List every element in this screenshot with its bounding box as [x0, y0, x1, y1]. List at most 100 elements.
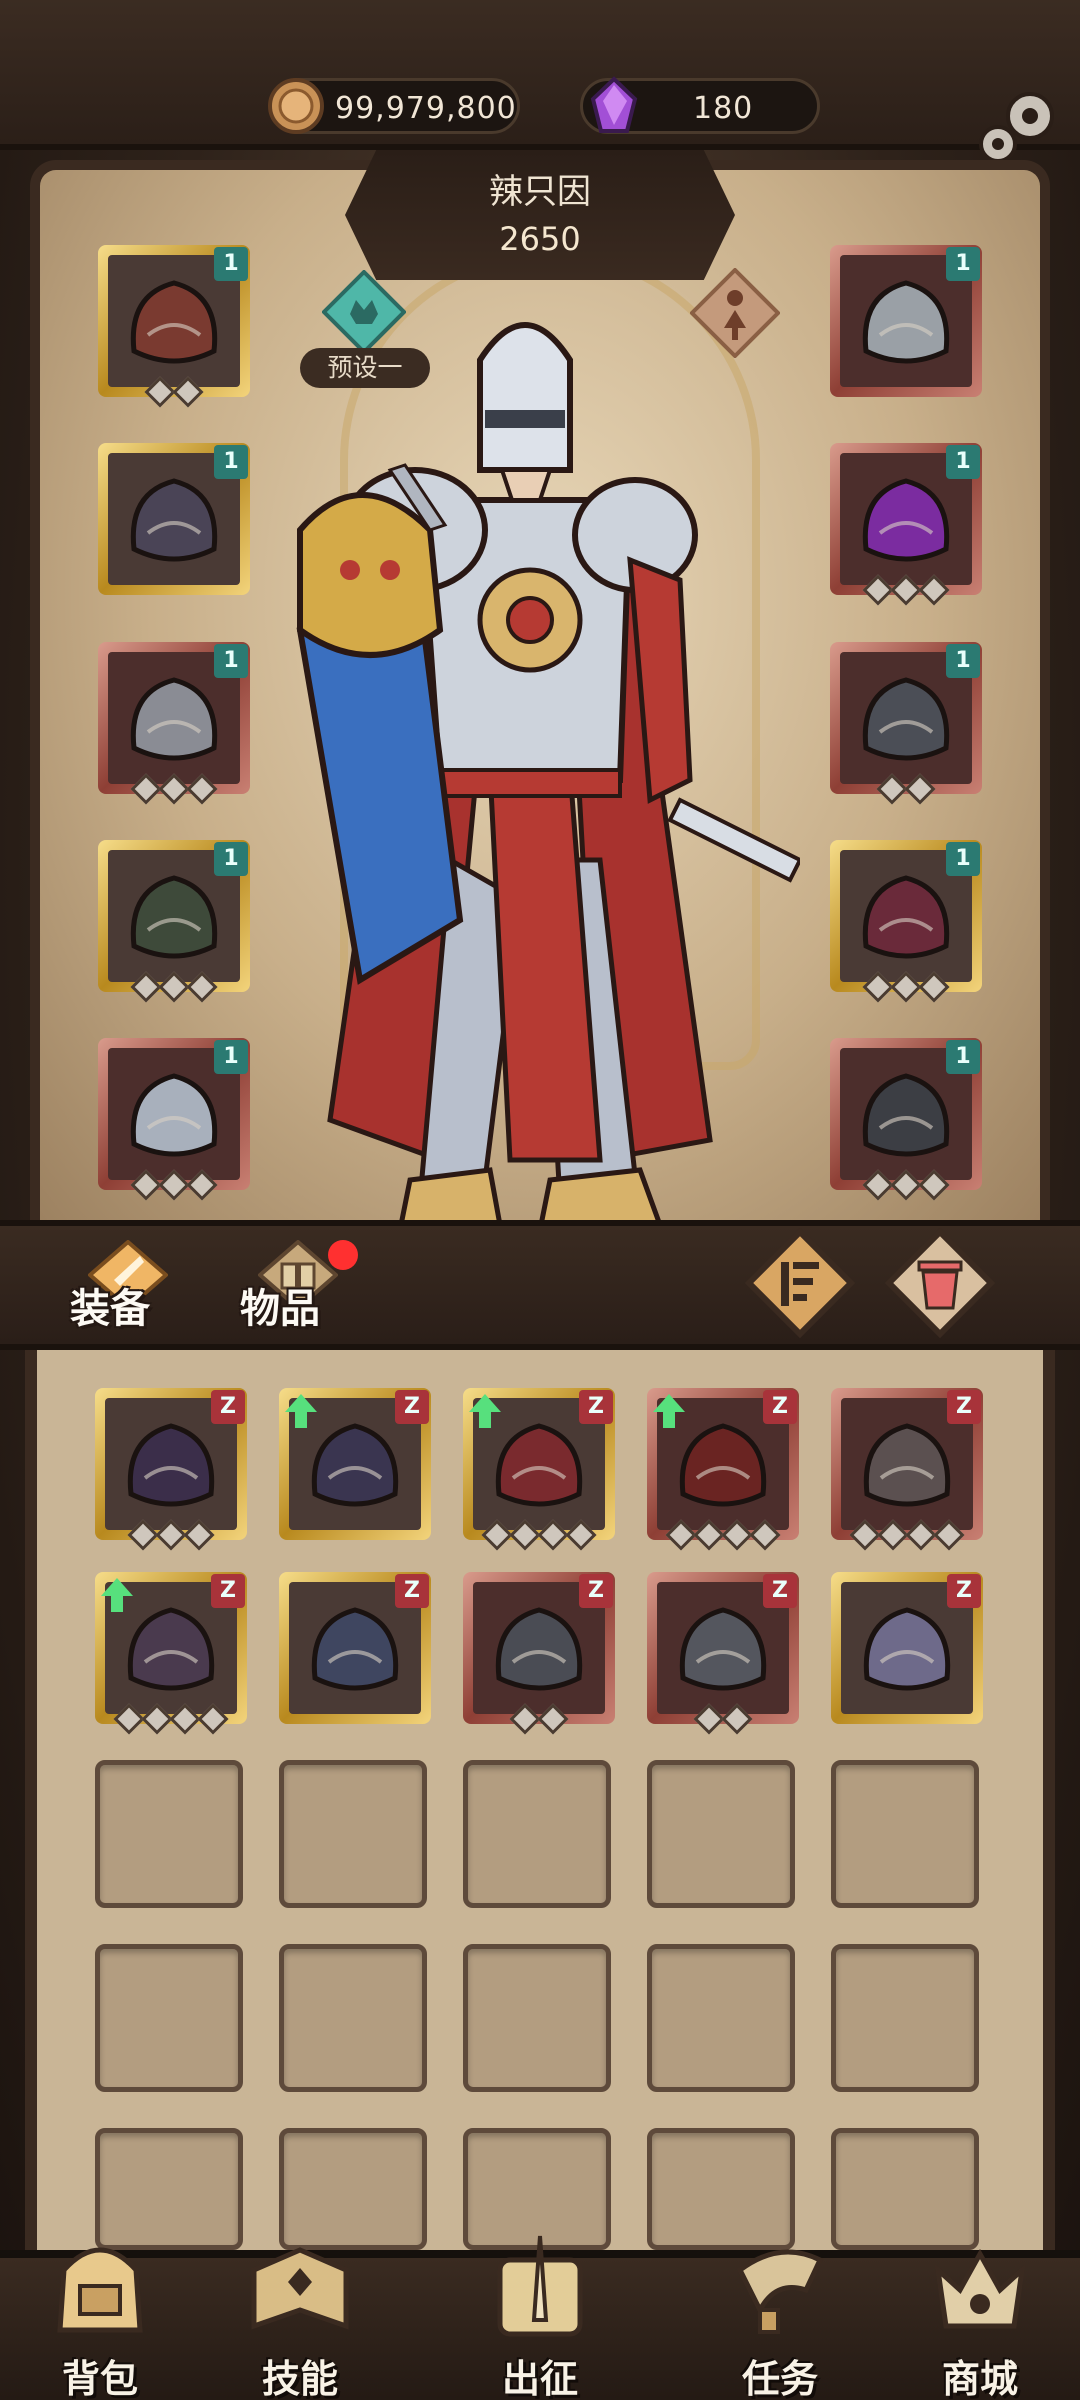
- nav-item-backpack[interactable]: 背包: [15, 2230, 185, 2400]
- nav-item-expedition-scroll[interactable]: 出征: [455, 2230, 625, 2400]
- upgrade-arrow-icon: [469, 1394, 501, 1428]
- inventory-empty-slot[interactable]: [95, 1760, 243, 1908]
- shop-crown-icon: [934, 2248, 1026, 2329]
- item-level-badge: 1: [946, 247, 980, 281]
- inventory-empty-slot[interactable]: [95, 1944, 243, 2092]
- equipment-slot-right[interactable]: 1: [830, 443, 982, 606]
- inventory-empty-slot[interactable]: [647, 1944, 795, 2092]
- quality-gems: [647, 1519, 799, 1551]
- purple-crystal-icon: [590, 76, 638, 133]
- quality-diamond-icon: [665, 1519, 697, 1551]
- quality-gems: [463, 1519, 615, 1551]
- quality-diamond-icon: [113, 1703, 145, 1735]
- inventory-empty-slot[interactable]: [831, 1944, 979, 2092]
- inventory-item[interactable]: Z: [647, 1572, 799, 1735]
- equipment-slot-left[interactable]: 1: [98, 1038, 250, 1201]
- quality-diamond-icon: [155, 1519, 187, 1551]
- hero-name-plate: 辣只因 2650: [345, 150, 735, 280]
- quality-diamond-icon: [877, 1519, 909, 1551]
- quality-diamond-icon: [481, 1519, 513, 1551]
- gem-amount: 180: [693, 91, 754, 126]
- inventory-item[interactable]: Z: [831, 1388, 983, 1551]
- tab-equipment[interactable]: 装备: [60, 1240, 210, 1340]
- quality-diamond-icon: [862, 574, 894, 606]
- inventory-item[interactable]: Z: [95, 1388, 247, 1551]
- quality-diamond-icon: [183, 1519, 215, 1551]
- equipment-slot-left[interactable]: 1: [98, 840, 250, 1003]
- quality-diamond-icon: [890, 971, 922, 1003]
- quality-gems: [830, 1169, 982, 1201]
- quality-diamond-icon: [127, 1519, 159, 1551]
- item-level-badge: Z: [947, 1574, 981, 1608]
- quality-diamond-icon: [197, 1703, 229, 1735]
- quality-gems: [98, 773, 250, 805]
- quality-gems: [463, 1703, 615, 1735]
- quality-diamond-icon: [130, 971, 162, 1003]
- inventory-empty-slot[interactable]: [279, 1944, 427, 2092]
- equipment-slot-right[interactable]: 1: [830, 840, 982, 1003]
- item-level-badge: 1: [946, 1040, 980, 1074]
- inventory-empty-slot[interactable]: [463, 1944, 611, 2092]
- inventory-item[interactable]: Z: [95, 1572, 247, 1735]
- equipment-slot-left[interactable]: 1: [98, 642, 250, 805]
- quality-diamond-icon: [918, 1169, 950, 1201]
- item-level-badge: 1: [214, 445, 248, 479]
- quest-horn-icon: [736, 2249, 824, 2334]
- quality-diamond-icon: [890, 574, 922, 606]
- quality-diamond-icon: [693, 1703, 725, 1735]
- inventory-empty-slot[interactable]: [647, 1760, 795, 1908]
- quality-diamond-icon: [918, 574, 950, 606]
- quality-gems: [95, 1703, 247, 1735]
- quality-diamond-icon: [905, 1519, 937, 1551]
- inventory-item[interactable]: Z: [279, 1388, 431, 1540]
- item-level-badge: Z: [947, 1390, 981, 1424]
- hero-knight-portrait: [296, 322, 800, 1233]
- quality-diamond-icon: [862, 971, 894, 1003]
- inventory-empty-slot[interactable]: [279, 1760, 427, 1908]
- game-screen: 99,979,800 180 辣只因 2650 预设一 装备 物品 1 1 1 …: [0, 0, 1080, 2400]
- item-level-badge: 1: [214, 842, 248, 876]
- quality-gems: [98, 971, 250, 1003]
- inventory-empty-slot[interactable]: [463, 1760, 611, 1908]
- hero-name: 辣只因: [489, 172, 591, 212]
- nav-item-shop-crown[interactable]: 商城: [895, 2230, 1065, 2400]
- quality-diamond-icon: [876, 773, 908, 805]
- equipment-slot-right[interactable]: 1: [830, 1038, 982, 1201]
- quality-gems: [98, 376, 250, 408]
- equipment-slot-left[interactable]: 1: [98, 245, 250, 408]
- inventory-item[interactable]: Z: [831, 1572, 983, 1724]
- equipment-slot-left[interactable]: 1: [98, 443, 250, 595]
- hero-power: 2650: [499, 220, 581, 258]
- quality-diamond-icon: [186, 773, 218, 805]
- nav-item-quest-horn[interactable]: 任务: [695, 2230, 865, 2400]
- item-level-badge: Z: [211, 1390, 245, 1424]
- equipment-slot-right[interactable]: 1: [830, 245, 982, 397]
- nav-label: 商城: [941, 2357, 1018, 2400]
- quality-diamond-icon: [130, 773, 162, 805]
- inventory-item[interactable]: Z: [647, 1388, 799, 1551]
- quality-diamond-icon: [933, 1519, 965, 1551]
- nav-item-skill-book[interactable]: 技能: [215, 2230, 385, 2400]
- quality-diamond-icon: [130, 1169, 162, 1201]
- inventory-empty-slot[interactable]: [831, 1760, 979, 1908]
- trash-bin-icon[interactable]: [885, 1228, 995, 1338]
- inventory-item[interactable]: Z: [463, 1572, 615, 1735]
- item-level-badge: Z: [579, 1390, 613, 1424]
- gem-counter[interactable]: 180: [580, 76, 820, 134]
- quality-diamond-icon: [862, 1169, 894, 1201]
- quality-diamond-icon: [186, 971, 218, 1003]
- item-level-badge: 1: [946, 445, 980, 479]
- quality-gems: [98, 1169, 250, 1201]
- inventory-item[interactable]: Z: [279, 1572, 431, 1724]
- quality-gems: [830, 574, 982, 606]
- backpack-icon: [57, 2247, 143, 2333]
- inventory-item[interactable]: Z: [463, 1388, 615, 1551]
- sort-list-icon[interactable]: [745, 1228, 855, 1338]
- coin-counter[interactable]: 99,979,800: [268, 78, 520, 134]
- equipment-slot-right[interactable]: 1: [830, 642, 982, 805]
- quality-diamond-icon: [849, 1519, 881, 1551]
- nav-label: 技能: [261, 2357, 338, 2400]
- top-bar: 99,979,800 180: [0, 0, 1080, 163]
- item-level-badge: Z: [211, 1574, 245, 1608]
- upgrade-arrow-icon: [101, 1578, 133, 1612]
